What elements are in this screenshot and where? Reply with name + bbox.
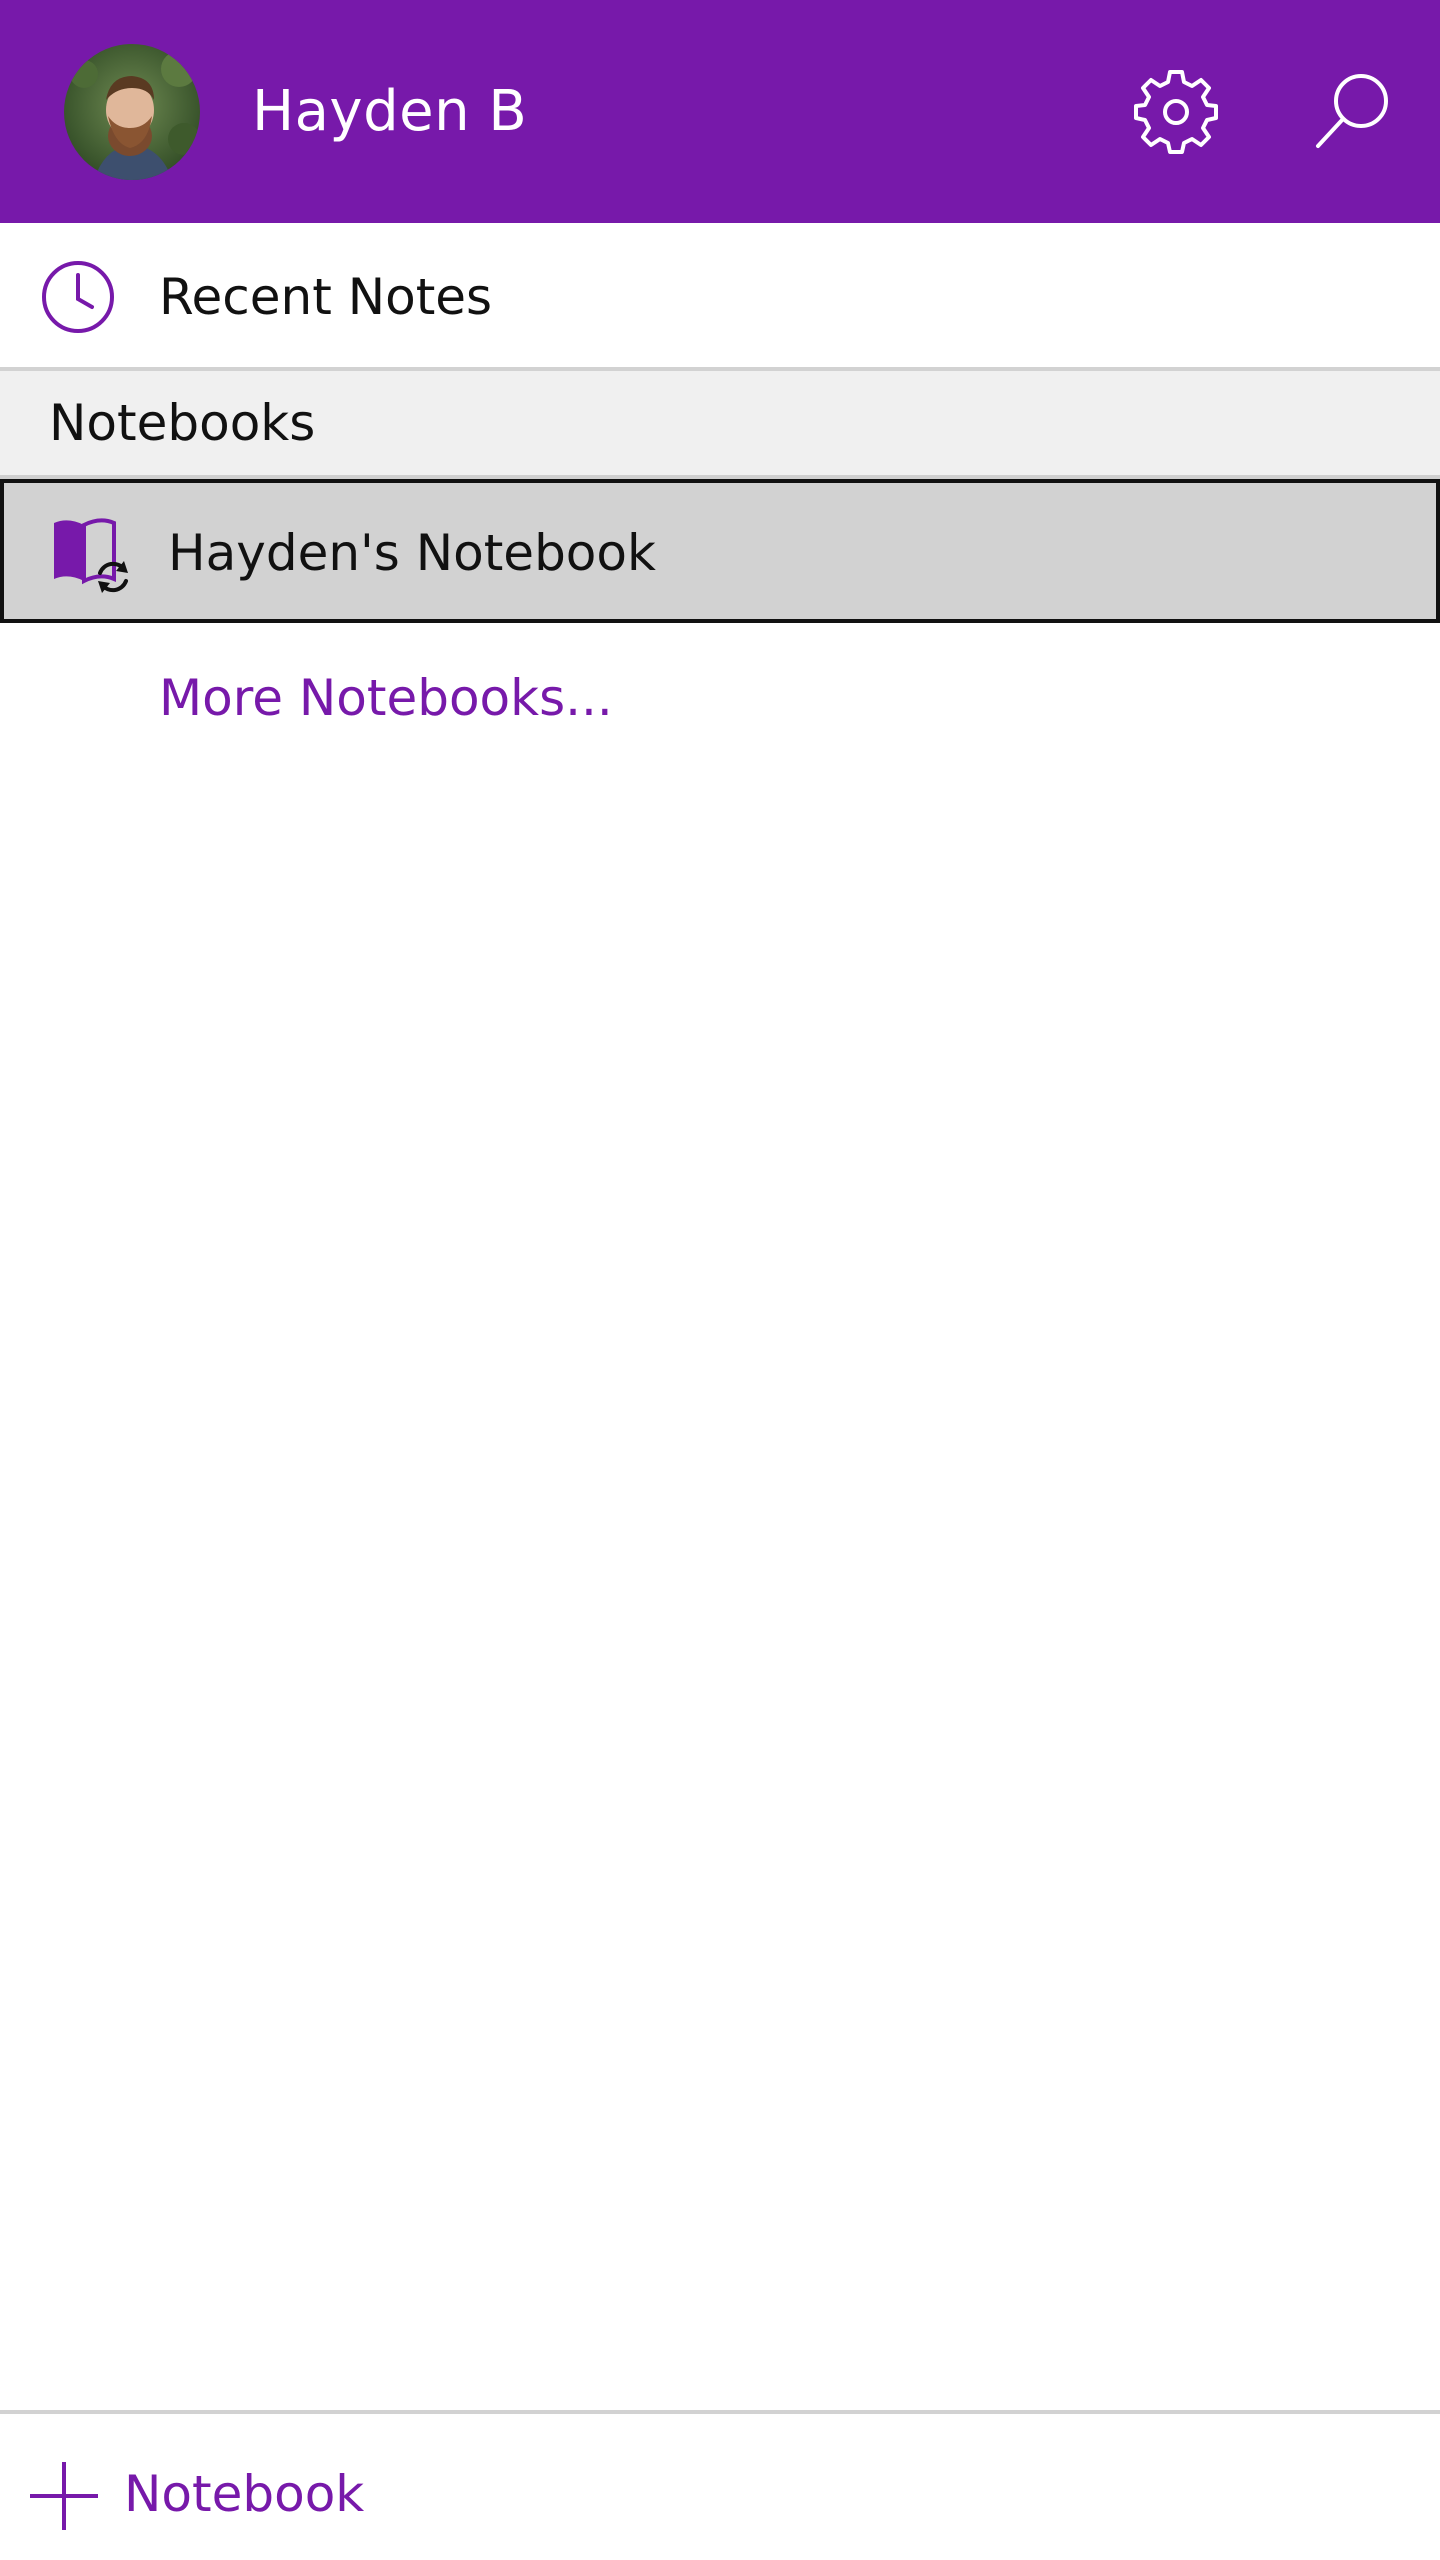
clock-icon [42, 261, 114, 333]
user-avatar[interactable] [64, 44, 200, 180]
avatar-photo-icon [64, 44, 200, 180]
app-header: Hayden B [0, 0, 1440, 223]
more-notebooks-link[interactable]: More Notebooks... [159, 658, 613, 738]
add-notebook-label: Notebook [124, 2465, 365, 2523]
notebooks-section-header: Notebooks [0, 371, 1440, 479]
notebook-item[interactable]: Hayden's Notebook [0, 479, 1440, 623]
recent-notes-item[interactable]: Recent Notes [0, 223, 1440, 371]
recent-notes-label: Recent Notes [159, 268, 493, 326]
notebook-item-label: Hayden's Notebook [168, 524, 656, 582]
search-icon [1316, 74, 1388, 148]
user-name: Hayden B [252, 79, 528, 144]
search-button[interactable] [1306, 66, 1398, 158]
onenote-app: Hayden B Recent Notes Notebooks Hayden's… [0, 0, 1440, 2560]
gear-icon [1134, 70, 1218, 154]
footer-bar: Notebook [0, 2410, 1440, 2560]
notebook-sync-icon [54, 518, 128, 593]
notebooks-section-label: Notebooks [49, 394, 316, 452]
plus-icon [30, 2462, 98, 2530]
settings-button[interactable] [1130, 66, 1222, 158]
